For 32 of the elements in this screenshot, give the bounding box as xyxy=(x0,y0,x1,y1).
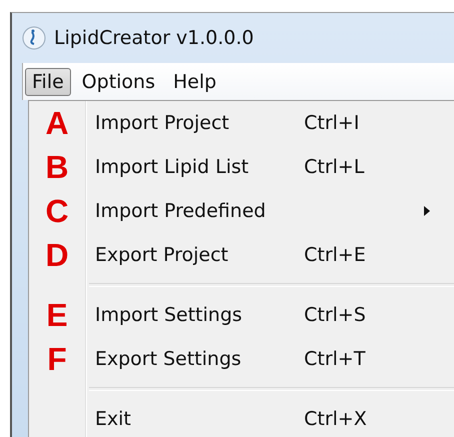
menu-item-label: Import Lipid List xyxy=(95,156,249,178)
shortcut-text: Ctrl+E xyxy=(304,244,366,266)
shortcut-text: Ctrl+I xyxy=(304,112,360,134)
menu-item[interactable]: Exit Ctrl+X xyxy=(29,397,454,437)
menu-bar-item[interactable]: File xyxy=(25,68,71,96)
menu-item-label: Import Settings xyxy=(95,304,242,326)
menu-item[interactable]: F Export Settings Ctrl+T xyxy=(29,337,454,381)
menu-item[interactable]: E Import Settings Ctrl+S xyxy=(29,293,454,337)
menu-item[interactable]: B Import Lipid List Ctrl+L xyxy=(29,145,454,189)
menu-item-label: Import Predefined xyxy=(95,200,266,222)
menu-item-label: Export Project xyxy=(95,244,228,266)
submenu-arrow-icon xyxy=(424,206,430,216)
annotation-letter: C xyxy=(45,192,69,228)
menu-item[interactable]: A Import Project Ctrl+I xyxy=(29,101,454,145)
annotation-letter: A xyxy=(45,104,69,140)
annotation-letter: D xyxy=(45,236,69,272)
shortcut-text: Ctrl+X xyxy=(304,408,367,430)
shortcut-text: Ctrl+S xyxy=(304,304,366,326)
menu-bar-item[interactable]: Options xyxy=(74,68,162,96)
shortcut-text: Ctrl+T xyxy=(304,348,366,370)
menu-item[interactable]: D Export Project Ctrl+E xyxy=(29,233,454,277)
menu-item-label: Exit xyxy=(95,408,131,430)
menu-item-label: Export Settings xyxy=(95,348,242,370)
menu-bar-item[interactable]: Help xyxy=(166,68,224,96)
app-icon xyxy=(22,26,46,50)
annotation-letter: B xyxy=(45,148,69,184)
annotation-letter: E xyxy=(46,296,68,332)
menu-item-label: Import Project xyxy=(95,112,230,134)
shortcut-text: Ctrl+L xyxy=(304,156,364,178)
annotation-letter: F xyxy=(47,340,67,376)
menu-item[interactable]: C Import Predefined xyxy=(29,189,454,233)
window-title: LipidCreator v1.0.0.0 xyxy=(54,27,254,49)
